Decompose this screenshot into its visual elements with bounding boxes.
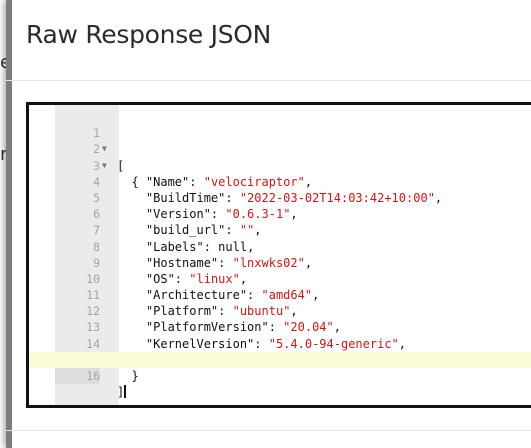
- editor-line[interactable]: 1 ▼ [: [29, 109, 531, 172]
- editor-line[interactable]: 11 "Platform": "ubuntu",: [29, 271, 531, 318]
- line-number: 16: [55, 368, 100, 385]
- editor-line[interactable]: 2 ▼ {: [29, 125, 531, 188]
- editor-line-active[interactable]: 16 ]: [29, 351, 531, 399]
- editor-line[interactable]: 5 "Version": "0.6.3-1",: [29, 174, 531, 221]
- editor-line[interactable]: 4 "BuildTime": "2022-03-02T14:03:42+10:0…: [29, 158, 531, 205]
- editor-lines: 1 ▼ [ 2 ▼ { 3 "Name": "velociraptor", 4 …: [29, 109, 531, 399]
- editor-line[interactable]: 14 "Fqdn": "lnxwks02": [29, 319, 531, 367]
- editor-line[interactable]: 15 }: [29, 336, 531, 383]
- editor-line[interactable]: 3 "Name": "velociraptor",: [29, 141, 531, 189]
- dialog-header: Raw Response JSON: [6, 0, 531, 81]
- dialog-title: Raw Response JSON: [26, 20, 272, 49]
- editor-line[interactable]: 9 "OS": "linux",: [29, 239, 531, 286]
- code-text: ]: [117, 385, 127, 400]
- editor-line[interactable]: 13 "KernelVersion": "5.4.0-94-generic",: [29, 303, 531, 350]
- raw-response-dialog: Raw Response JSON 1 ▼ [ 2 ▼ { 3 "Name": …: [6, 0, 531, 448]
- editor-line[interactable]: 10 "Architecture": "amd64",: [29, 255, 531, 302]
- editor-line[interactable]: 12 "PlatformVersion": "20.04",: [29, 287, 531, 334]
- editor-line[interactable]: 8 "Hostname": "lnxwks02",: [29, 222, 531, 270]
- dialog-footer-divider: [6, 430, 531, 431]
- json-code-editor[interactable]: 1 ▼ [ 2 ▼ { 3 "Name": "velociraptor", 4 …: [26, 102, 531, 408]
- text-cursor: [124, 385, 127, 399]
- editor-line[interactable]: 6 "build_url": "",: [29, 190, 531, 237]
- code-text: }: [117, 369, 139, 384]
- editor-line[interactable]: 7 "Labels": null,: [29, 206, 531, 253]
